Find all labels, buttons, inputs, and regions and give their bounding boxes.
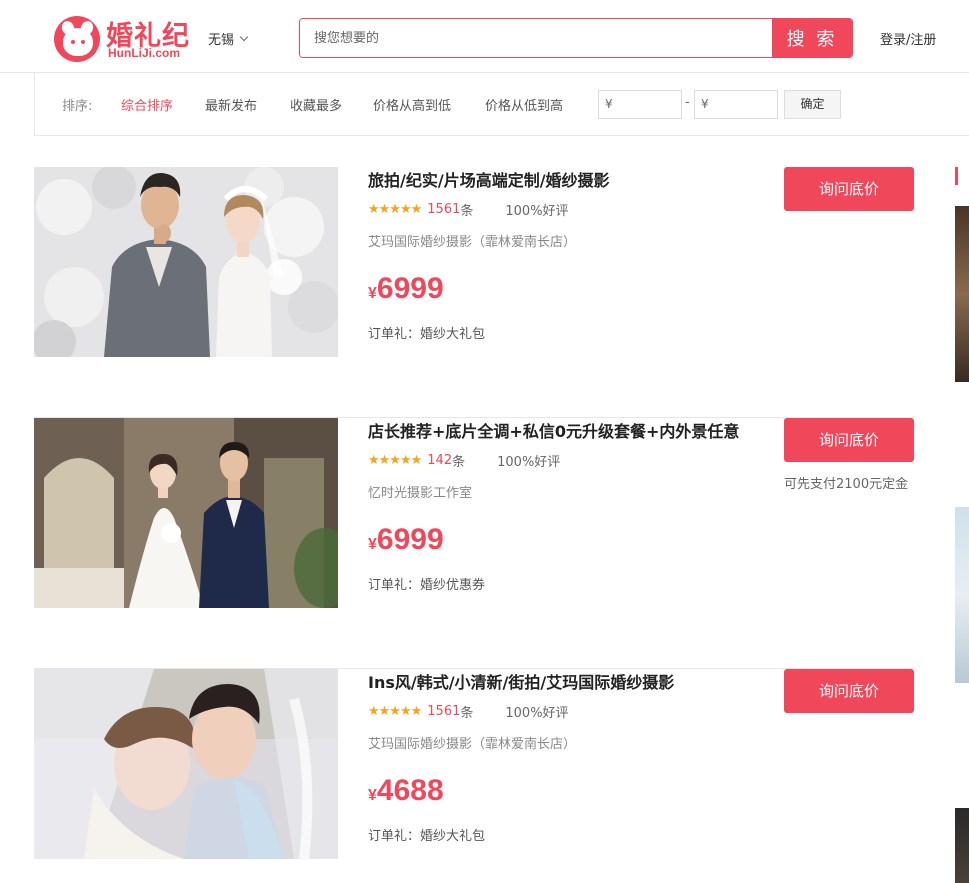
currency-symbol: ¥ — [368, 285, 377, 302]
listing-title[interactable]: 旅拍/纪实/片场高端定制/婚纱摄影 — [368, 167, 610, 191]
listing-rating: ★★★★★ 1561 条 100%好评 — [368, 200, 569, 219]
logo-mascot-icon — [54, 16, 100, 62]
star-rating-icon: ★★★★★ — [368, 202, 422, 217]
listing-card: 店长推荐+底片全调+私信0元升级套餐+内外景任意 ★★★★★ 142 条 100… — [34, 418, 914, 669]
sort-bar: 排序: 综合排序 最新发布 收藏最多 价格从高到低 价格从低到高 ¥ - ¥ 确… — [34, 73, 969, 136]
sidebar-thumbnail[interactable] — [955, 507, 969, 683]
price-value: 6999 — [376, 523, 444, 556]
site-header: 婚礼纪 HunLiJi.com 无锡 搜 索 登录/注册 — [0, 0, 969, 73]
deposit-note: 可先支付2100元定金 — [784, 477, 909, 492]
search-bar: 搜 索 — [299, 18, 853, 58]
sort-most-favorited[interactable]: 收藏最多 — [290, 95, 342, 114]
shop-name[interactable]: 艾玛国际婚纱摄影（霏林爱南长店） — [368, 231, 576, 250]
review-unit: 条 — [460, 706, 474, 721]
order-gift: 订单礼：婚纱大礼包 — [368, 327, 486, 342]
price-max-input[interactable]: ¥ — [694, 90, 778, 119]
shop-name[interactable]: 艾玛国际婚纱摄影（霏林爱南长店） — [368, 733, 576, 752]
city-selector[interactable]: 无锡 — [208, 29, 249, 48]
order-gift: 订单礼：婚纱优惠券 — [368, 578, 486, 593]
listing-photo[interactable] — [34, 669, 338, 859]
good-rate: 100%好评 — [497, 455, 561, 470]
sidebar-thumbnail[interactable] — [955, 808, 969, 883]
currency-symbol: ¥ — [368, 787, 377, 804]
price-min-input[interactable]: ¥ — [598, 90, 682, 119]
sort-comprehensive[interactable]: 综合排序 — [121, 95, 173, 114]
review-unit: 条 — [460, 204, 474, 219]
review-count: 1561 — [427, 704, 461, 719]
star-rating-icon: ★★★★★ — [368, 453, 422, 468]
sort-price-desc[interactable]: 价格从高到低 — [373, 95, 451, 114]
chevron-down-icon — [239, 32, 249, 41]
city-label: 无锡 — [208, 33, 235, 48]
listing-price: ¥6999 — [368, 523, 444, 557]
listing-photo[interactable] — [34, 167, 338, 357]
search-input[interactable] — [300, 19, 772, 57]
listing-rating: ★★★★★ 142 条 100%好评 — [368, 451, 560, 470]
good-rate: 100%好评 — [505, 204, 569, 219]
star-rating-icon: ★★★★★ — [368, 704, 422, 719]
order-gift: 订单礼：婚纱大礼包 — [368, 829, 486, 844]
review-count: 142 — [427, 453, 453, 468]
sort-newest[interactable]: 最新发布 — [205, 95, 257, 114]
ask-price-button[interactable]: 询问底价 — [784, 418, 914, 462]
sidebar-thumbnail[interactable] — [955, 206, 969, 382]
login-register-link[interactable]: 登录/注册 — [880, 29, 936, 48]
listing-photo[interactable] — [34, 418, 338, 608]
shop-name[interactable]: 忆时光摄影工作室 — [368, 482, 472, 501]
search-button[interactable]: 搜 索 — [772, 19, 852, 57]
logo-domain: HunLiJi.com — [108, 46, 181, 60]
ask-price-button[interactable]: 询问底价 — [784, 167, 914, 211]
listing-rating: ★★★★★ 1561 条 100%好评 — [368, 702, 569, 721]
listing-title[interactable]: 店长推荐+底片全调+私信0元升级套餐+内外景任意 — [368, 418, 739, 442]
review-count: 1561 — [427, 202, 461, 217]
price-value: 4688 — [376, 774, 444, 807]
good-rate: 100%好评 — [505, 706, 569, 721]
ask-price-button[interactable]: 询问底价 — [784, 669, 914, 713]
listing-card: Ins风/韩式/小清新/街拍/艾玛国际婚纱摄影 ★★★★★ 1561 条 100… — [34, 669, 914, 883]
listing-price: ¥4688 — [368, 774, 444, 808]
price-range-dash: - — [685, 95, 690, 110]
listing-price: ¥6999 — [368, 272, 444, 306]
price-confirm-button[interactable]: 确定 — [784, 90, 841, 119]
sort-price-asc[interactable]: 价格从低到高 — [485, 95, 563, 114]
hunliji-logo[interactable]: 婚礼纪 HunLiJi.com — [54, 14, 194, 62]
listing-title[interactable]: Ins风/韩式/小清新/街拍/艾玛国际婚纱摄影 — [368, 669, 674, 693]
listing-card: 旅拍/纪实/片场高端定制/婚纱摄影 ★★★★★ 1561 条 100%好评 艾玛… — [34, 167, 914, 418]
sort-label: 排序: — [62, 99, 93, 114]
sidebar-section-marker — [955, 167, 958, 185]
price-value: 6999 — [376, 272, 444, 305]
currency-symbol: ¥ — [368, 536, 377, 553]
review-unit: 条 — [452, 455, 466, 470]
